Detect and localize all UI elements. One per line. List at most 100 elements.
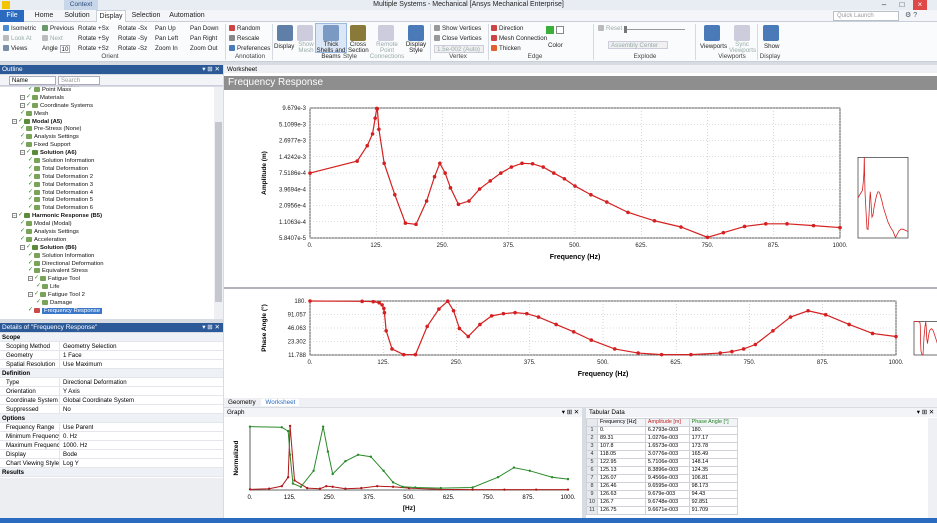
minimize-icon[interactable]: – [877,0,891,10]
details-value[interactable]: 0. Hz [60,432,77,440]
details-value[interactable]: Log Y [60,459,79,467]
details-value[interactable]: Bode [60,450,77,458]
isometric-button[interactable]: Isometric [3,25,36,33]
pan-right-button[interactable]: Pan Right [190,35,217,43]
details-row[interactable]: Coordinate System Global Coordinate Syste… [0,396,223,405]
details-value[interactable]: Directional Deformation [60,378,127,386]
details-row[interactable]: Type Directional Deformation [0,378,223,387]
context-tab[interactable]: Context [64,0,98,10]
details-value[interactable]: Geometry Selection [60,342,117,350]
outline-name-select[interactable]: Name [9,76,56,85]
table-row[interactable]: 2 89.31 1.0276e-003 177.17 [586,434,739,443]
zoom-out-button[interactable]: Zoom Out [190,45,218,53]
look-at-button[interactable]: Look At [3,35,32,43]
table-row[interactable]: 7 126.07 9.4566e-003 106.81 [586,474,739,483]
tree-node[interactable]: − ✓ Harmonic Response (B5) [0,212,214,221]
rotate-plus-sy-button[interactable]: Rotate +Sy [78,35,109,43]
angle-input[interactable]: 10 [60,45,70,53]
maximize-icon[interactable]: □ [895,0,909,10]
cross-section-icon[interactable] [350,25,366,41]
pin-close-icons[interactable]: ▾ ⊞ ✕ [562,408,579,417]
color-swatch-green[interactable] [546,26,554,34]
details-row[interactable]: Minimum Frequency 0. Hz [0,432,223,441]
rescale-button[interactable]: Rescale [229,35,259,43]
expand-toggle-icon[interactable]: − [20,244,25,250]
views-button[interactable]: Views [3,45,27,53]
tree-node[interactable]: − ✓ Fatigue Tool 2 [0,291,214,300]
color-swatch-white[interactable] [556,26,564,34]
tabular-table[interactable]: Frequency [Hz] Amplitude [m] Phase Angle [… [586,418,739,515]
tree-node[interactable]: ✓ Acceleration [0,236,214,245]
random-button[interactable]: Random [229,25,260,33]
table-row[interactable]: 1 0. 6.2793e-003 180. [586,426,739,435]
details-value[interactable]: 1000. Hz [60,441,87,449]
rotate-plus-sx-button[interactable]: Rotate +Sx [78,25,109,33]
outline-search-input[interactable]: Search Outline [58,76,100,92]
expand-toggle-icon[interactable]: − [12,213,17,219]
rotate-minus-sy-button[interactable]: Rotate -Sy [118,35,147,43]
details-value[interactable]: Use Parent [60,423,93,431]
details-value[interactable]: 1 Face [60,351,82,359]
display-icon[interactable] [277,25,293,41]
thicken-button[interactable]: Thicken [491,45,521,53]
rotate-minus-sx-button[interactable]: Rotate -Sx [118,25,147,33]
column-header[interactable]: Frequency [Hz] [597,418,646,427]
table-row[interactable]: 8 126.46 9.6595e-003 98.173 [586,482,739,491]
tabular-scrollbar[interactable] [928,418,937,518]
tab-geometry[interactable]: Geometry [224,399,260,406]
outline-scrollbar-thumb[interactable] [215,122,222,302]
quick-launch-input[interactable]: Quick Launch [833,11,899,21]
pin-close-icons[interactable]: ▾ ⊞ ✕ [202,65,220,74]
table-row[interactable]: 5 122.95 5.7106e-003 148.14 [586,458,739,467]
expand-toggle-icon[interactable]: − [20,94,25,100]
tab-solution[interactable]: Solution [61,10,93,22]
tree-node[interactable]: − ✓ Coordinate Systems [0,102,214,111]
rotate-minus-sz-button[interactable]: Rotate -Sz [118,45,147,53]
column-header[interactable]: Amplitude [m] [644,418,690,427]
details-value[interactable]: Use Maximum [60,360,102,368]
tree-node[interactable]: ✓ Life [0,283,214,292]
previous-button[interactable]: Previous [42,25,74,33]
vertex-tolerance-input[interactable]: 1.5e-002 (Auto) [434,45,484,53]
tree-node[interactable]: ✓ Equivalent Stress [0,267,214,276]
display-style-icon[interactable] [408,25,424,41]
tree-node[interactable]: − ✓ Modal (A5) [0,118,214,127]
expand-toggle-icon[interactable]: − [28,292,33,298]
column-header[interactable]: Phase Angle [°] [688,418,739,427]
tree-node[interactable]: ✓ Analysis Settings [0,228,214,237]
viewports-icon[interactable] [704,25,720,41]
tree-node[interactable]: − ✓ Fatigue Tool [0,275,214,284]
tab-file[interactable]: File [0,10,24,22]
tab-display[interactable]: Display [96,10,126,22]
pin-close-icons[interactable]: ▾ ⊞ ✕ [917,408,934,417]
help-icon[interactable]: ⚙ ? [905,11,935,21]
show-icon[interactable] [763,25,779,41]
tree-node[interactable]: ✓ Modal (Modal) [0,220,214,229]
expand-toggle-icon[interactable]: − [20,102,25,108]
mesh-connection-button[interactable]: Mesh Connection [491,35,547,43]
expand-toggle-icon[interactable]: − [28,276,33,282]
direction-button[interactable]: Direction [491,25,523,33]
details-value[interactable]: Y Axis [60,387,80,395]
pan-left-button[interactable]: Pan Left [155,35,178,43]
details-section[interactable]: Options [0,414,223,423]
expand-toggle-icon[interactable]: − [20,150,25,156]
zoom-in-button[interactable]: Zoom In [155,45,178,53]
details-section[interactable]: Results [0,468,223,477]
table-row[interactable]: 11 126.75 9.6671e-003 91.709 [586,506,739,515]
tree-node[interactable]: − ✓ Materials [0,94,214,103]
tab-worksheet[interactable]: Worksheet [261,399,300,406]
pan-down-button[interactable]: Pan Down [190,25,219,33]
pan-up-button[interactable]: Pan Up [155,25,176,33]
pin-close-icons[interactable]: ▾ ⊞ ✕ [202,323,220,332]
tree-node[interactable]: ✓ Pre-Stress (None) [0,125,214,134]
explode-slider-thumb[interactable] [624,26,627,33]
expand-toggle-icon[interactable]: − [12,118,17,124]
tab-home[interactable]: Home [31,10,57,22]
table-row[interactable]: 9 126.63 9.679e-003 94.43 [586,490,739,499]
table-row[interactable]: 4 118.05 3.0776e-003 165.49 [586,450,739,459]
details-value[interactable]: No [60,405,71,413]
details-row[interactable]: Scoping Method Geometry Selection [0,342,223,351]
tab-automation[interactable]: Automation [168,10,206,22]
details-row[interactable]: Maximum Frequency 1000. Hz [0,441,223,450]
